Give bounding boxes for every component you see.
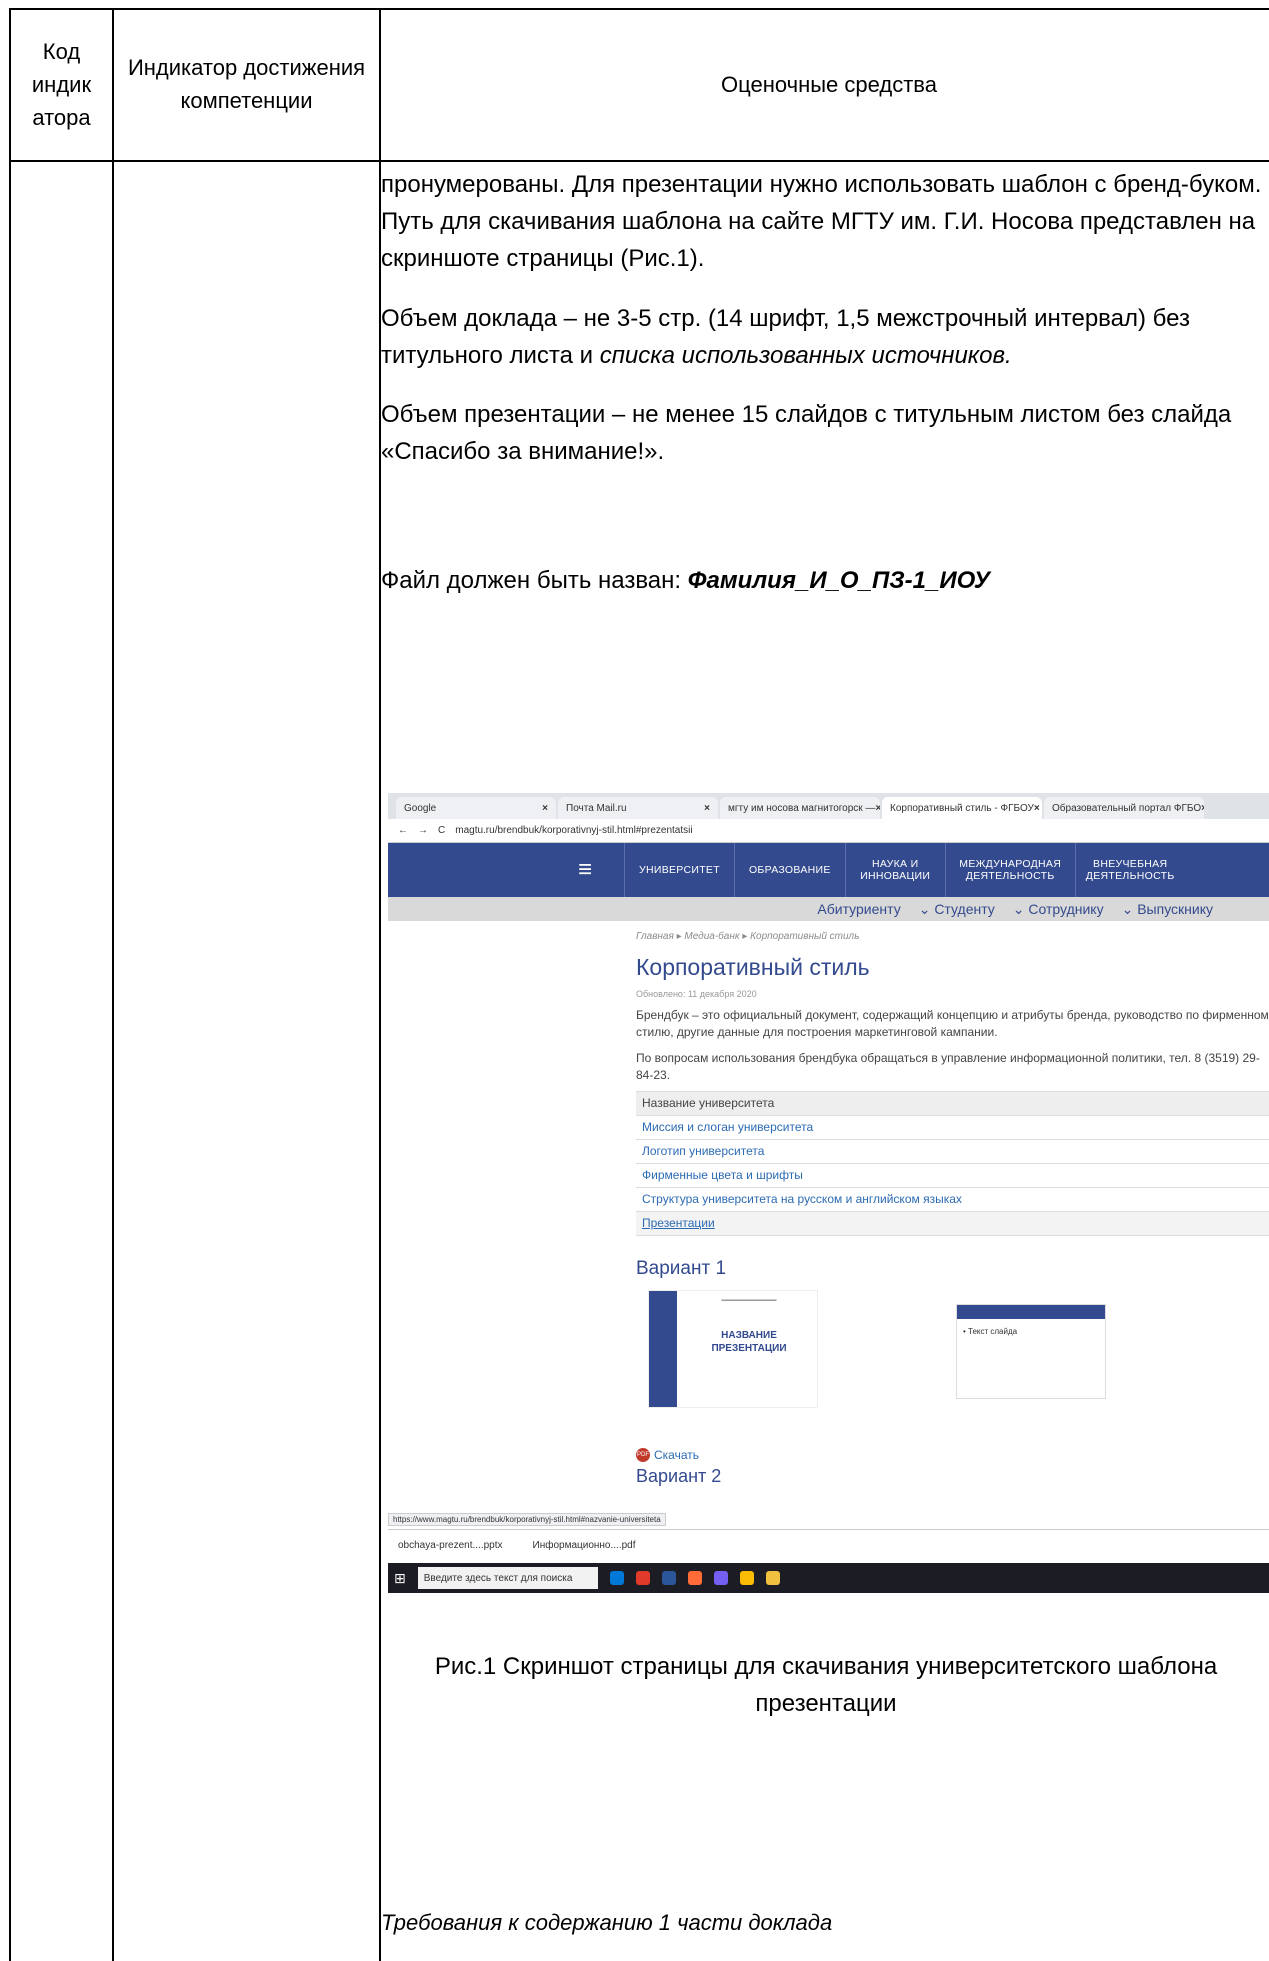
download-item[interactable]: obchaya-prezent....pptx [398,1540,503,1551]
browser-tab[interactable]: Google × [396,797,556,819]
sub-nav-item[interactable]: ⌄ Студенту [919,901,995,918]
address-bar[interactable]: ← → C magtu.ru/brendbuk/korporativnyj-stil… [388,819,1269,843]
paragraph-presentation-volume: Объем презентации – не менее 15 слайдов … [381,400,1232,466]
requirements-heading: Требования к содержанию 1 части доклада [381,1910,833,1935]
means-text: пронумерованы. Для презентации нужно исп… [381,166,1269,622]
accordion-item[interactable]: Фирменные цвета и шрифты [636,1164,1269,1188]
slide-logo-bar [649,1290,677,1407]
variant-heading: Вариант 1 [636,1257,727,1279]
slide-thumbnails: ▬▬▬▬▬▬▬▬▬▬▬ НАЗВАНИЕ ПРЕЗЕНТАЦИИ • Текст… [636,1289,1269,1440]
windows-icon[interactable]: ⊞ [394,1570,406,1587]
close-icon[interactable]: × [1034,803,1040,814]
pdf-icon: PDF [636,1447,650,1462]
page-content: Главная ▸ Медиа-банк ▸ Корпоративный сти… [636,921,1269,1487]
website-screenshot: Google × Почта Mail.ru × мгту им носова ма… [388,793,1269,1618]
close-icon[interactable]: × [542,803,548,814]
paragraph-filename: Файл должен быть назван: Фамилия_И_О_ПЗ-… [381,567,990,595]
download-link[interactable]: PDF Скачать [636,1447,1269,1462]
url-text[interactable]: magtu.ru/brendbuk/korporativnyj-stil.htm… [455,825,692,836]
browser-tab-active[interactable]: Корпоративный стиль - ФГБОУ × [882,797,1042,819]
column-divider-1 [112,8,114,1961]
title-slide-thumbnail: ▬▬▬▬▬▬▬▬▬▬▬ НАЗВАНИЕ ПРЕЗЕНТАЦИИ [648,1289,818,1408]
accordion-item[interactable]: Логотип университета [636,1140,1269,1164]
nav-item[interactable]: ОБРАЗОВАНИЕ [733,843,845,897]
reload-icon[interactable]: C [438,825,445,836]
nav-item[interactable]: УНИВЕРСИТЕТ [624,843,734,897]
header-means: Оценочные средства [721,71,937,97]
browser-tab[interactable]: Образовательный портал ФГБО× [1044,797,1204,819]
slide-header-text: ▬▬▬▬▬▬▬▬▬▬▬ [721,1296,777,1303]
table-border-left [9,8,11,1961]
folder-icon[interactable] [765,1571,780,1585]
downloads-bar: obchaya-prezent....pptx Информационно...… [388,1529,1269,1561]
close-icon[interactable]: × [704,803,710,814]
header-indicator: Индикатор достижения компетенции [127,55,366,113]
header-code: Код индик атора [31,38,92,130]
updated-date: Обновлено: 11 декабря 2020 [636,989,757,999]
yandex-icon[interactable] [687,1571,702,1585]
description: Брендбук – это официальный документ, сод… [636,1008,1269,1040]
sub-nav-item[interactable]: Абитуриенту [817,901,900,917]
paragraph-report-volume: Объем доклада – не 3-5 стр. (14 шрифт, 1… [381,304,1190,369]
content-slide-thumbnail: • Текст слайда [956,1303,1106,1399]
chrome-icon[interactable] [739,1571,754,1585]
word-icon[interactable] [661,1571,676,1585]
accordion-item-presentations[interactable]: Презентации [636,1211,1269,1236]
nav-item[interactable]: ВНЕУЧЕБНАЯ ДЕЯТЕЛЬНОСТЬ [1074,843,1185,897]
page-title: Корпоративный стиль [636,954,870,980]
edge-icon[interactable] [609,1571,624,1585]
slide-title: НАЗВАНИЕ ПРЕЗЕНТАЦИИ [711,1329,787,1354]
back-icon[interactable]: ← [398,825,408,836]
sub-nav: Абитуриенту ⌄ Студенту ⌄ Сотруднику ⌄ Вы… [388,897,1269,921]
accordion-item[interactable]: Миссия и слоган университета [636,1116,1269,1140]
taskbar: ⊞ Введите здесь текст для поиска [388,1563,1269,1593]
sub-nav-item[interactable]: ⌄ Сотруднику [1013,901,1104,918]
close-icon[interactable]: × [875,803,880,814]
accordion: Название университета Миссия и слоган ун… [636,1090,1269,1236]
nav-item[interactable]: НАУКА И ИННОВАЦИИ [844,843,945,897]
opera-icon[interactable] [635,1571,650,1585]
status-url: https://www.magtu.ru/brendbuk/korporativ… [388,1513,666,1526]
browser-tabs: Google × Почта Mail.ru × мгту им носова ма… [388,793,1269,819]
accordion-item[interactable]: Структура университета на русском и англ… [636,1188,1269,1212]
viber-icon[interactable] [713,1571,728,1585]
forward-icon[interactable]: → [418,825,428,836]
variant-heading: Вариант 2 [636,1465,722,1486]
slide-header-bar [957,1304,1105,1319]
site-nav: ≡ УНИВЕРСИТЕТ ОБРАЗОВАНИЕ НАУКА И ИННОВА… [388,843,1269,897]
nav-item[interactable]: МЕЖДУНАРОДНАЯ ДЕЯТЕЛЬНОСТЬ [944,843,1075,897]
paragraph-template: пронумерованы. Для презентации нужно исп… [381,171,1262,273]
contact-info: По вопросам использования брендбука обра… [636,1050,1260,1083]
browser-tab[interactable]: Почта Mail.ru × [558,797,718,819]
accordion-item[interactable]: Название университета [636,1091,1269,1116]
download-item[interactable]: Информационно....pdf [533,1540,636,1551]
figure-caption: Рис.1 Скриншот страницы для скачивания у… [434,1653,1218,1718]
browser-tab[interactable]: мгту им носова магнитогорск — × [720,797,880,819]
slide-text: • Текст слайда [963,1326,1018,1336]
menu-icon[interactable]: ≡ [578,856,624,884]
taskbar-search[interactable]: Введите здесь текст для поиска [417,1567,598,1589]
header-divider [9,160,1269,162]
breadcrumb[interactable]: Главная ▸ Медиа-банк ▸ Корпоративный сти… [636,931,1269,942]
close-icon[interactable]: × [1201,803,1204,814]
sub-nav-item[interactable]: ⌄ Выпускнику [1122,901,1213,918]
